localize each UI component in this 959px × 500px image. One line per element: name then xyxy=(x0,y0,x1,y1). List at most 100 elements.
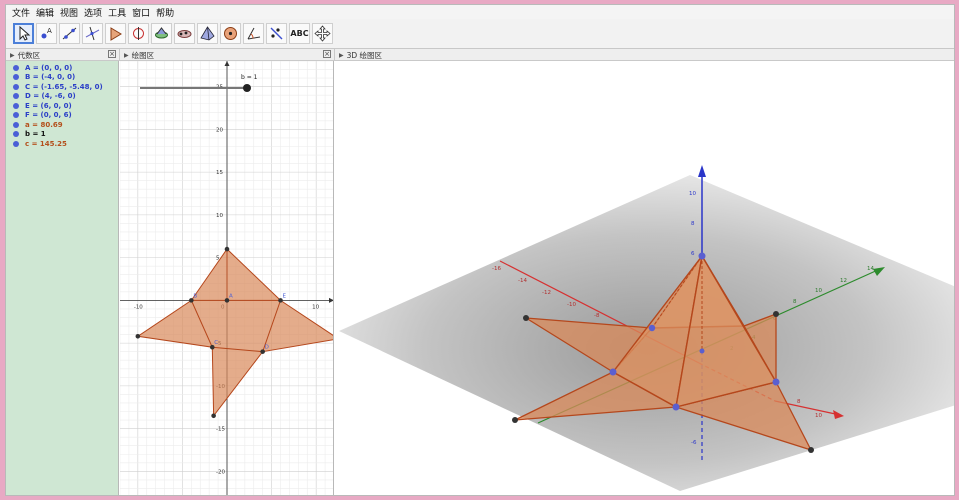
pyramid-tool-button[interactable] xyxy=(197,23,218,44)
net-point-label: E xyxy=(283,293,287,299)
net-point[interactable] xyxy=(135,333,141,339)
net-point[interactable] xyxy=(224,246,230,252)
algebra-item[interactable]: B = (-4, 0, 0) xyxy=(6,73,118,83)
x-tick-label: 8 xyxy=(797,399,801,405)
visibility-dot-icon[interactable] xyxy=(13,102,19,109)
algebra-item[interactable]: D = (4, -6, 0) xyxy=(6,92,118,102)
menu-file[interactable]: 文件 xyxy=(9,6,33,19)
visibility-dot-icon[interactable] xyxy=(13,83,19,90)
collapse-triangle-icon[interactable]: ▶ xyxy=(339,52,344,59)
flap-vertex[interactable] xyxy=(523,315,529,321)
graphics-3d-canvas[interactable]: -16 -14 -12 -10 -8 8 10 2 4 6 8 10 12 14… xyxy=(335,61,955,496)
menu-bar: 文件 编辑 视图 选项 工具 窗口 帮助 xyxy=(6,5,954,19)
algebra-item[interactable]: c = 145.25 xyxy=(6,139,118,149)
visibility-dot-icon[interactable] xyxy=(13,131,19,138)
move-view-tool-button[interactable] xyxy=(312,23,333,44)
polygon-tool-button[interactable] xyxy=(105,23,126,44)
slider-label: b = 1 xyxy=(241,74,258,81)
pointer-arrow-icon xyxy=(19,25,31,41)
line-tool-button[interactable] xyxy=(59,23,80,44)
visibility-dot-icon[interactable] xyxy=(13,74,19,81)
net-point-label: D xyxy=(265,345,269,351)
algebra-item-text: B = (-4, 0, 0) xyxy=(25,73,76,82)
algebra-item[interactable]: E = (6, 0, 0) xyxy=(6,101,118,111)
point-B[interactable] xyxy=(648,324,656,332)
point-C[interactable] xyxy=(609,368,617,376)
flap-vertex[interactable] xyxy=(512,417,518,423)
close-algebra-icon[interactable]: × xyxy=(108,50,116,58)
algebra-item[interactable]: F = (0, 0, 6) xyxy=(6,111,118,121)
y-tick-label: 12 xyxy=(840,278,847,284)
graphics-view-3d[interactable]: -16 -14 -12 -10 -8 8 10 2 4 6 8 10 12 14… xyxy=(335,61,955,496)
graphics3d-panel-title: 3D 绘图区 xyxy=(346,50,383,60)
menu-tools[interactable]: 工具 xyxy=(105,6,129,19)
net-point-label: B xyxy=(193,293,197,299)
graphics-panel-title: 绘图区 xyxy=(131,50,155,60)
perpendicular-line-icon xyxy=(85,26,100,41)
x-tick-label: 10 xyxy=(312,304,319,310)
move-tool-button[interactable] xyxy=(13,23,34,44)
collapse-triangle-icon[interactable]: ▶ xyxy=(124,52,129,59)
close-graphics-icon[interactable]: × xyxy=(323,50,331,58)
menu-help[interactable]: 帮助 xyxy=(153,6,177,19)
x-tick-label: -14 xyxy=(518,278,527,284)
collapse-triangle-icon[interactable]: ▶ xyxy=(10,52,15,59)
graphics-view-2d[interactable]: -10010252015105-5-10-15-20BAECDb = 1 xyxy=(120,61,334,496)
point-D[interactable] xyxy=(672,403,680,411)
y-tick-label: 20 xyxy=(216,127,223,133)
reflect-tool-button[interactable] xyxy=(266,23,287,44)
menu-edit[interactable]: 编辑 xyxy=(33,6,57,19)
reflect-line-icon xyxy=(270,27,283,40)
algebra-panel-title: 代数区 xyxy=(17,50,41,60)
flap-vertex[interactable] xyxy=(808,447,814,453)
y-tick-label: 10 xyxy=(815,288,822,294)
visibility-dot-icon[interactable] xyxy=(13,93,19,100)
menu-window[interactable]: 窗口 xyxy=(129,6,153,19)
x-tick-label: -16 xyxy=(492,266,501,272)
visibility-dot-icon[interactable] xyxy=(13,64,19,71)
algebra-item[interactable]: a = 80.69 xyxy=(6,120,118,130)
point-apex-F[interactable] xyxy=(698,252,706,260)
plane-tool-button[interactable] xyxy=(174,23,195,44)
angle-tool-button[interactable] xyxy=(243,23,264,44)
intersect-tool-button[interactable] xyxy=(151,23,172,44)
menu-options[interactable]: 选项 xyxy=(81,6,105,19)
x-tick-label: -10 xyxy=(134,304,143,310)
visibility-dot-icon[interactable] xyxy=(13,112,19,119)
point-icon: A xyxy=(41,27,52,39)
z-tick-label: 10 xyxy=(689,191,696,197)
circle-tool-button[interactable] xyxy=(128,23,149,44)
slider-handle[interactable] xyxy=(243,84,251,92)
x-tick-label: -8 xyxy=(594,313,600,319)
point-tool-button[interactable]: A xyxy=(36,23,57,44)
algebra-item[interactable]: C = (-1.65, -5.48, 0) xyxy=(6,82,118,92)
perpendicular-tool-button[interactable] xyxy=(82,23,103,44)
graphics-2d-canvas[interactable]: -10010252015105-5-10-15-20BAECDb = 1 xyxy=(120,61,334,496)
algebra-item-text: b = 1 xyxy=(25,130,46,139)
algebra-view: A = (0, 0, 0) B = (-4, 0, 0) C = (-1.65,… xyxy=(6,61,119,495)
text-tool-label: ABC xyxy=(290,29,309,38)
sphere-tool-button[interactable] xyxy=(220,23,241,44)
x-tick-label: -12 xyxy=(542,290,551,296)
point-A[interactable] xyxy=(699,348,705,354)
menu-view[interactable]: 视图 xyxy=(57,6,81,19)
plane-points-icon xyxy=(177,30,192,38)
visibility-dot-icon[interactable] xyxy=(13,121,19,128)
z-tick-label: -6 xyxy=(691,440,697,446)
z-axis-arrow-icon xyxy=(698,165,706,177)
panel-headers: ▶ 代数区 × ▶ 绘图区 × ▶ 3D 绘图区 xyxy=(6,49,954,61)
net-point[interactable] xyxy=(211,413,216,419)
z-tick-label: 8 xyxy=(691,221,695,227)
y-tick-label: 15 xyxy=(216,170,223,176)
flap-vertex[interactable] xyxy=(773,311,779,317)
text-tool-button[interactable]: ABC xyxy=(289,23,310,44)
algebra-item[interactable]: A = (0, 0, 0) xyxy=(6,63,118,73)
x-axis-arrow-icon xyxy=(329,297,333,303)
algebra-item-text: C = (-1.65, -5.48, 0) xyxy=(25,82,103,91)
graphics3d-panel-header: ▶ 3D 绘图区 xyxy=(335,49,954,61)
rotate-circle-icon xyxy=(133,27,144,40)
algebra-item[interactable]: b = 1 xyxy=(6,130,118,140)
point-E[interactable] xyxy=(772,378,780,386)
algebra-item-text: a = 80.69 xyxy=(25,120,63,129)
visibility-dot-icon[interactable] xyxy=(13,140,19,147)
